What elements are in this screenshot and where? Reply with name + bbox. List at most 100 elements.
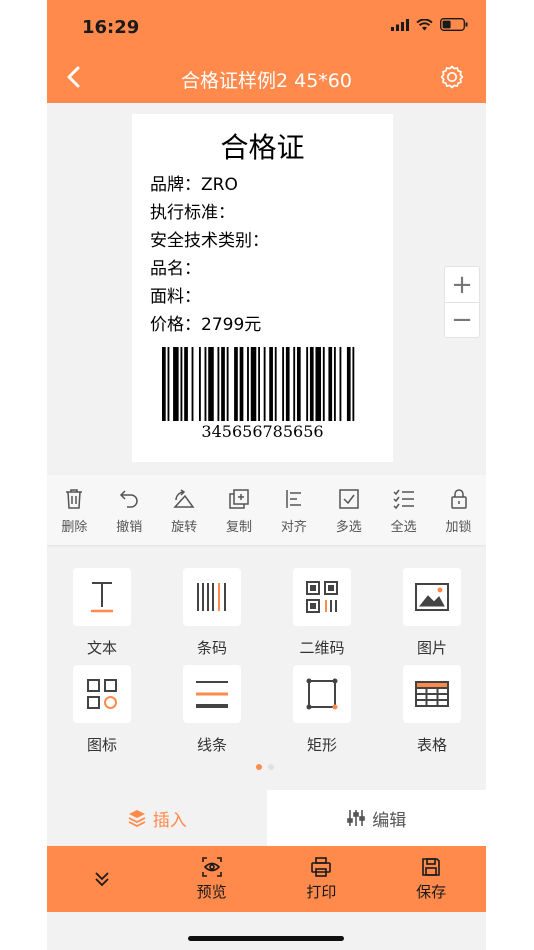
battery-icon bbox=[440, 18, 468, 31]
barcode-bar bbox=[322, 347, 325, 421]
barcode-bar bbox=[162, 347, 166, 421]
barcode-bar bbox=[339, 347, 342, 421]
undo-button[interactable]: 撤销 bbox=[102, 475, 157, 545]
barcode-bar bbox=[217, 347, 220, 421]
barcode-icon bbox=[197, 583, 226, 611]
save-button[interactable]: 保存 bbox=[376, 846, 486, 912]
barcode-bar bbox=[226, 347, 229, 421]
barcode-bar bbox=[269, 347, 273, 421]
barcode-number[interactable]: 345656785656 bbox=[132, 422, 393, 441]
printer-icon bbox=[311, 857, 332, 877]
barcode-bar bbox=[184, 347, 188, 421]
insert-table-button[interactable]: 表格 bbox=[377, 665, 486, 755]
rectangle-icon bbox=[306, 678, 338, 710]
tab-insert[interactable]: 插入 bbox=[47, 790, 267, 846]
barcode-bar bbox=[352, 347, 355, 421]
multi-select-button[interactable]: 多选 bbox=[321, 475, 376, 545]
gear-icon[interactable] bbox=[438, 64, 466, 92]
label-field-brand[interactable]: 品牌：ZRO bbox=[150, 170, 238, 195]
copy-button[interactable]: 复制 bbox=[212, 475, 267, 545]
insert-qrcode-button[interactable]: 二维码 bbox=[267, 568, 377, 658]
home-indicator[interactable] bbox=[188, 936, 344, 941]
qrcode-icon bbox=[306, 581, 338, 613]
barcode-bar bbox=[198, 347, 201, 421]
zoom-out-button[interactable]: − bbox=[445, 302, 479, 337]
page-dot bbox=[268, 764, 274, 770]
barcode-bar bbox=[346, 347, 351, 421]
app-screen: 16:29 合格证样例2 45*60 合格证 品牌：ZRO 执行标准： 安全技术… bbox=[47, 0, 486, 950]
zoom-control: + − bbox=[444, 266, 480, 338]
barcode-bar bbox=[191, 347, 194, 421]
label-field-safety[interactable]: 安全技术类别： bbox=[150, 226, 269, 251]
image-icon bbox=[415, 583, 449, 611]
barcode-graphic[interactable] bbox=[162, 347, 358, 421]
lines-icon bbox=[196, 681, 228, 708]
label-field-product[interactable]: 品名： bbox=[150, 254, 201, 279]
label-title[interactable]: 合格证 bbox=[132, 126, 393, 166]
mode-tabs: 插入 编辑 bbox=[47, 790, 486, 846]
align-button[interactable]: 对齐 bbox=[267, 475, 322, 545]
edit-toolbar: 删除 撤销 旋转 复制 对齐 多选 全选 加锁 bbox=[47, 475, 486, 545]
lock-button[interactable]: 加锁 bbox=[431, 475, 486, 545]
align-icon bbox=[286, 490, 301, 508]
barcode-bar bbox=[293, 347, 296, 421]
label-field-standard[interactable]: 执行标准： bbox=[150, 198, 235, 223]
checklist-icon bbox=[393, 489, 414, 510]
barcode-bar bbox=[315, 347, 322, 421]
insert-line-button[interactable]: 线条 bbox=[157, 665, 267, 755]
copy-icon bbox=[229, 489, 249, 509]
bottom-bar: 预览 打印 保存 bbox=[47, 846, 486, 912]
shapes-icon bbox=[87, 679, 117, 709]
label-field-fabric[interactable]: 面料： bbox=[150, 282, 201, 307]
page-indicator bbox=[256, 764, 274, 770]
barcode-bar bbox=[258, 347, 260, 421]
barcode-bar bbox=[250, 347, 257, 421]
print-button[interactable]: 打印 bbox=[267, 846, 377, 912]
layers-icon bbox=[128, 810, 146, 828]
barcode-bar bbox=[204, 347, 207, 421]
barcode-bar bbox=[180, 347, 183, 421]
barcode-bar bbox=[282, 347, 285, 421]
barcode-bar bbox=[285, 347, 290, 421]
signal-icon bbox=[391, 18, 409, 31]
rotate-button[interactable]: 旋转 bbox=[157, 475, 212, 545]
insert-icon-button[interactable]: 图标 bbox=[47, 665, 157, 755]
insert-rectangle-button[interactable]: 矩形 bbox=[267, 665, 377, 755]
label-field-price[interactable]: 价格：2799元 bbox=[150, 310, 261, 335]
zoom-in-button[interactable]: + bbox=[445, 267, 479, 302]
barcode-bar bbox=[328, 347, 333, 421]
lock-icon bbox=[450, 489, 467, 509]
tab-insert-label: 插入 bbox=[152, 810, 187, 831]
undo-icon bbox=[120, 490, 139, 508]
collapse-button[interactable] bbox=[47, 846, 157, 912]
double-chevron-down-icon bbox=[95, 872, 109, 887]
rotate-icon bbox=[173, 489, 195, 508]
insert-image-button[interactable]: 图片 bbox=[377, 568, 486, 658]
barcode-bar bbox=[274, 347, 277, 421]
barcode-bar bbox=[167, 347, 170, 421]
trash-icon bbox=[66, 489, 83, 509]
barcode-bar bbox=[221, 347, 225, 421]
tab-edit-label: 编辑 bbox=[372, 810, 407, 831]
barcode-bar bbox=[234, 347, 238, 421]
header: 16:29 合格证样例2 45*60 bbox=[47, 0, 486, 103]
insert-barcode-button[interactable]: 条码 bbox=[157, 568, 267, 658]
page-dot-active bbox=[256, 764, 262, 770]
tab-edit[interactable]: 编辑 bbox=[266, 790, 486, 846]
barcode-bar bbox=[247, 347, 249, 421]
label-canvas[interactable]: 合格证 品牌：ZRO 执行标准： 安全技术类别： 品名： 面料： 价格：2799… bbox=[132, 114, 393, 462]
select-all-button[interactable]: 全选 bbox=[376, 475, 431, 545]
status-icons bbox=[391, 18, 468, 31]
barcode-bar bbox=[208, 347, 214, 421]
preview-button[interactable]: 预览 bbox=[157, 846, 267, 912]
wifi-icon bbox=[416, 18, 433, 30]
insert-text-button[interactable]: 文本 bbox=[47, 568, 157, 658]
barcode-bar bbox=[173, 347, 179, 421]
preview-icon bbox=[201, 857, 222, 877]
checkbox-icon bbox=[339, 489, 359, 509]
barcode-bar bbox=[296, 347, 301, 421]
delete-button[interactable]: 删除 bbox=[47, 475, 102, 545]
table-icon bbox=[415, 681, 449, 707]
home-indicator-area bbox=[47, 912, 486, 950]
barcode-bar bbox=[263, 347, 266, 421]
